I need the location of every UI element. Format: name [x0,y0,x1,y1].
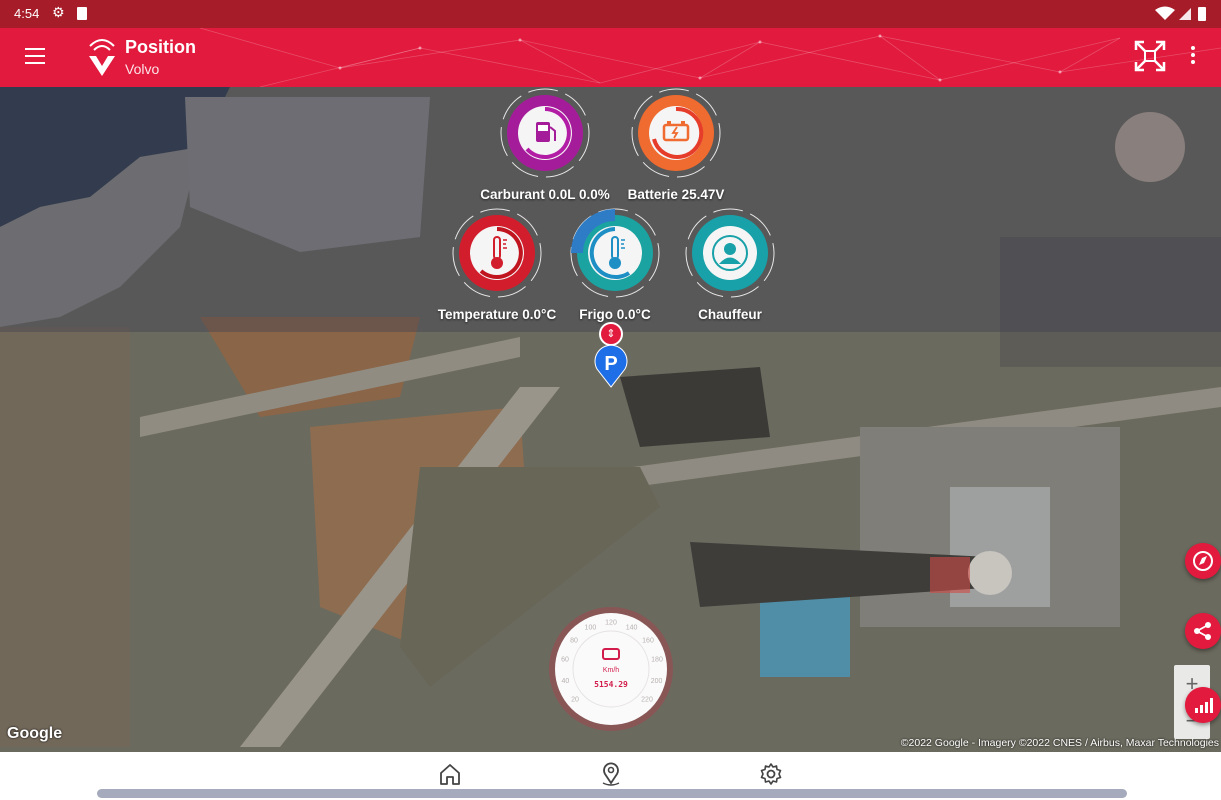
battery-status-icon [1198,7,1206,21]
temperature-label: Temperature 0.0°C [437,307,557,322]
app-logo-icon [89,39,115,76]
fuel-gauge[interactable]: Carburant 0.0L 0.0% [480,87,610,202]
status-bar: 4:54 ⚙ [0,0,1221,28]
sd-card-icon [77,7,87,20]
speed-tick-label: 140 [626,624,638,631]
speed-tick-label: 220 [641,697,653,704]
home-icon[interactable] [437,761,463,787]
gear-icon: ⚙ [52,4,65,20]
parking-marker-icon[interactable]: P [593,343,629,389]
speed-tick-label: 40 [562,678,570,685]
speed-tick-label: 160 [642,638,654,645]
speed-tick-label: 60 [561,657,569,664]
battery-gauge[interactable]: Batterie 25.47V [621,87,731,202]
location-pin-icon[interactable] [598,761,624,787]
speed-tick-label: 120 [605,620,617,627]
battery-icon [631,88,721,178]
wifi-icon [1155,6,1175,20]
fuel-label: Carburant 0.0L 0.0% [480,187,610,202]
menu-icon[interactable] [25,48,45,64]
speed-tick-label: 20 [571,697,579,704]
map-attribution: ©2022 Google - Imagery ©2022 CNES / Airb… [900,737,1219,749]
fuel-pump-icon [500,88,590,178]
driver-gauge[interactable]: Chauffeur [675,207,785,322]
vehicle-name: Volvo [125,61,160,77]
compass-icon[interactable] [1185,543,1221,579]
speed-tick-label: 80 [570,638,578,645]
fridge-label: Frigo 0.0°C [579,307,651,322]
fullscreen-icon[interactable] [1134,40,1166,72]
thermometer-icon [570,208,660,298]
thermometer-icon [452,208,542,298]
status-indicators [1155,6,1206,21]
battery-label: Batterie 25.47V [627,187,725,202]
temperature-gauge[interactable]: Temperature 0.0°C [438,207,556,322]
speed-tick-label: 180 [651,657,663,664]
map-view[interactable]: Carburant 0.0L 0.0% Batterie 25.47V Temp… [0,87,1221,752]
signal-strength-icon[interactable] [1185,687,1221,723]
share-icon[interactable] [1185,613,1221,649]
odometer-value: 5154.29 [594,680,628,689]
driver-label: Chauffeur [698,307,762,322]
speed-tick-label: 100 [585,624,597,631]
person-icon [685,208,775,298]
speedometer[interactable]: 20 40 60 80 100 120 140 160 180 200 220 Km/h 5154.… [549,607,673,731]
speed-unit: Km/h [603,667,619,674]
page-title: Position [125,37,196,57]
signal-icon [1179,8,1191,20]
marker-letter: P [604,353,617,375]
status-time: 4:54 [14,6,40,21]
app-bar: Position Volvo [0,28,1221,87]
fridge-gauge[interactable]: Frigo 0.0°C [560,207,670,322]
gear-icon[interactable] [758,761,784,787]
gesture-bar[interactable] [97,789,1127,798]
speed-tick-label: 200 [651,678,663,685]
google-logo: Google [7,725,63,742]
more-options-icon[interactable] [1190,46,1196,66]
